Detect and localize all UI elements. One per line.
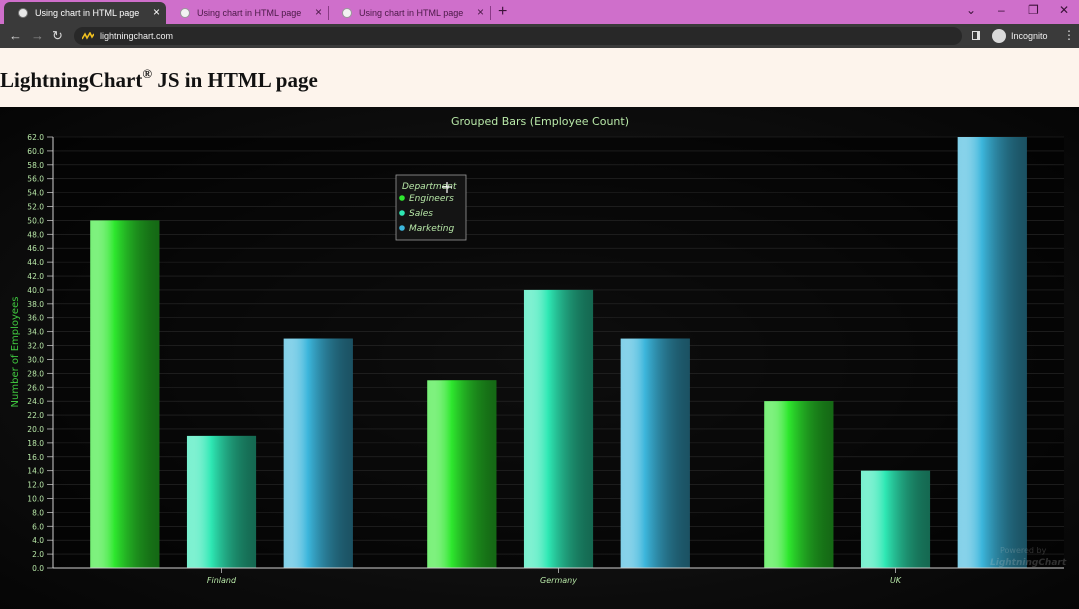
legend-marker — [399, 195, 405, 201]
profile-label[interactable]: Incognito — [1011, 31, 1048, 41]
url-text: lightningchart.com — [100, 31, 174, 41]
tab-2[interactable]: Using chart in HTML page × — [166, 2, 329, 24]
y-tick-label: 4.0 — [32, 536, 44, 545]
bar-shading — [523, 289, 594, 568]
close-icon[interactable]: × — [315, 6, 322, 18]
address-bar[interactable]: lightningchart.com — [74, 27, 962, 45]
forward-button[interactable]: → — [31, 28, 44, 43]
bar-shading — [620, 338, 690, 568]
browser-menu-icon[interactable]: ⋮ — [1063, 28, 1075, 42]
y-tick-label: 26.0 — [27, 383, 44, 392]
y-tick-label: 54.0 — [27, 189, 44, 198]
close-icon[interactable]: × — [477, 6, 484, 18]
y-tick-label: 24.0 — [27, 397, 44, 406]
y-tick-label: 22.0 — [27, 411, 44, 420]
bar-shading — [283, 338, 353, 568]
legend-entry-sales[interactable]: Sales — [409, 209, 433, 219]
legend-entry-marketing[interactable]: Marketing — [409, 224, 454, 234]
registered-mark: ® — [142, 66, 153, 81]
y-tick-label: 58.0 — [27, 161, 44, 170]
tab-title: Using chart in HTML page — [359, 8, 464, 18]
chart-title: Grouped Bars (Employee Count) — [451, 115, 629, 128]
minimize-button[interactable]: – — [998, 3, 1005, 17]
y-tick-label: 52.0 — [27, 203, 44, 212]
globe-icon — [342, 8, 352, 18]
y-tick-label: 10.0 — [27, 494, 44, 503]
legend[interactable]: Department EngineersSalesMarketing — [395, 174, 467, 241]
y-tick-label: 0.0 — [32, 564, 44, 573]
site-favicon-icon — [82, 32, 94, 40]
y-tick-label: 36.0 — [27, 314, 44, 323]
y-tick-label: 30.0 — [27, 355, 44, 364]
tab-1[interactable]: Using chart in HTML page × — [4, 2, 166, 24]
back-button[interactable]: ← — [9, 28, 22, 43]
bar-shading — [186, 435, 257, 568]
title-brand: LightningChart — [0, 68, 143, 92]
y-tick-label: 50.0 — [27, 216, 44, 225]
y-tick-label: 20.0 — [27, 425, 44, 434]
tab-title: Using chart in HTML page — [35, 8, 140, 18]
legend-marker — [399, 225, 405, 231]
y-tick-label: 44.0 — [27, 258, 44, 267]
y-axis-label: Number of Employees — [10, 297, 21, 408]
chart-container: 0.0 2.0 4.0 6.0 8.0 10.0 12.0 14.0 16.0 18.0 20.0 2… — [0, 107, 1079, 609]
browser-toolbar: ← → ↻ lightningchart.com — [0, 24, 1079, 48]
watermark-line2: LightningChart — [990, 558, 1067, 568]
restore-button[interactable]: ❐ — [1028, 3, 1039, 17]
y-tick-label: 56.0 — [27, 175, 44, 184]
grouped-bar-chart[interactable]: 0.0 2.0 4.0 6.0 8.0 10.0 12.0 14.0 16.0 18.0 20.0 2… — [0, 107, 1079, 609]
y-tick-label: 28.0 — [27, 369, 44, 378]
reload-button[interactable]: ↻ — [52, 28, 63, 44]
y-tick-label: 60.0 — [27, 147, 44, 156]
y-tick-label: 34.0 — [27, 328, 44, 337]
y-tick-label: 2.0 — [32, 550, 44, 559]
y-tick-label: 42.0 — [27, 272, 44, 281]
side-panel-icon[interactable] — [972, 31, 980, 40]
title-rest: JS in HTML page — [152, 68, 318, 92]
bar-shading — [957, 137, 1027, 568]
y-axis: 0.0 2.0 4.0 6.0 8.0 10.0 12.0 14.0 16.0 18.0 20.0 2… — [27, 133, 54, 573]
x-tick-label: Germany — [540, 576, 577, 585]
globe-icon — [180, 8, 190, 18]
y-tick-label: 46.0 — [27, 244, 44, 253]
x-axis: Finland Germany UK — [53, 567, 1064, 585]
y-tick-label: 12.0 — [27, 481, 44, 490]
y-tick-label: 18.0 — [27, 439, 44, 448]
x-tick-label: UK — [890, 576, 902, 585]
tab-3[interactable]: Using chart in HTML page × — [328, 2, 491, 24]
incognito-icon[interactable] — [992, 29, 1006, 43]
legend-entry-engineers[interactable]: Engineers — [409, 194, 454, 204]
tab-separator — [490, 6, 491, 20]
new-tab-button[interactable]: + — [498, 3, 507, 21]
y-tick-label: 38.0 — [27, 300, 44, 309]
y-tick-label: 62.0 — [27, 133, 44, 142]
bar-shading — [90, 220, 160, 568]
tab-strip: Using chart in HTML page × Using chart i… — [0, 0, 1079, 24]
legend-marker — [399, 210, 405, 216]
y-tick-label: 6.0 — [32, 522, 44, 531]
y-tick-label: 8.0 — [32, 508, 44, 517]
page-title: LightningChart® JS in HTML page — [0, 66, 318, 93]
bar-shading — [427, 380, 497, 568]
bar-shading — [860, 470, 931, 568]
y-tick-label: 32.0 — [27, 342, 44, 351]
page-header: LightningChart® JS in HTML page — [0, 48, 1079, 107]
y-tick-label: 48.0 — [27, 230, 44, 239]
bar-shading — [764, 401, 834, 568]
x-tick-label: Finland — [207, 576, 237, 585]
tab-search-dropdown-icon[interactable]: ⌄ — [966, 3, 976, 17]
close-window-button[interactable]: ✕ — [1059, 3, 1069, 17]
tab-title: Using chart in HTML page — [197, 8, 302, 18]
y-tick-label: 16.0 — [27, 453, 44, 462]
globe-icon — [18, 8, 28, 18]
y-tick-label: 14.0 — [27, 467, 44, 476]
close-icon[interactable]: × — [153, 6, 160, 18]
y-tick-label: 40.0 — [27, 286, 44, 295]
watermark-line1: Powered by — [1000, 546, 1047, 555]
